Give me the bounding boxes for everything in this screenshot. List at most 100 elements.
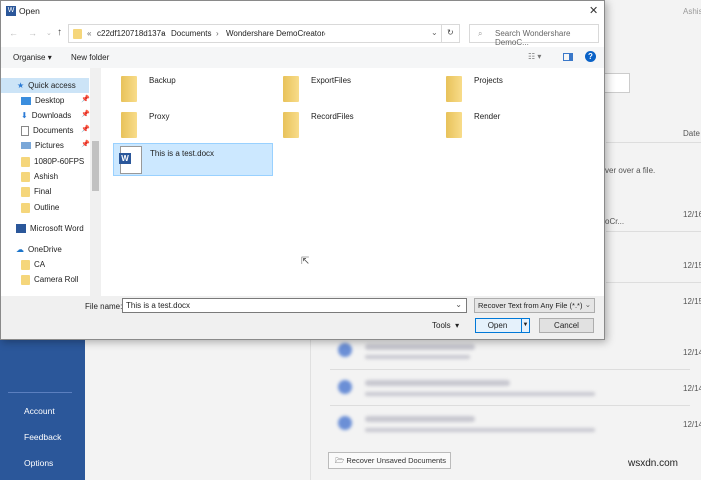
sidebar-label: Quick access (28, 81, 76, 90)
scrollbar-thumb[interactable] (92, 141, 99, 191)
pictures-icon (21, 142, 31, 149)
sidebar-item-folder[interactable]: Outline (1, 200, 89, 215)
sidebar-item-folder[interactable]: Camera Roll (1, 272, 89, 287)
folder-item[interactable]: Proxy (121, 112, 169, 138)
recover-unsaved-button[interactable]: 🗁 Recover Unsaved Documents (328, 452, 451, 469)
dialog-title: Open (19, 6, 40, 16)
sidebar-label: Documents (33, 126, 74, 135)
item-label: This is a test.docx (150, 149, 215, 158)
dialog-footer: File name: This is a test.docx ⌄ Recover … (1, 296, 604, 339)
preview-pane-icon[interactable] (563, 53, 573, 61)
date: 12/14 (683, 420, 701, 429)
breadcrumb-item[interactable]: c22df120718d137a (97, 29, 166, 38)
sidebar-item-folder[interactable]: Ashish (1, 169, 89, 184)
watermark: wsxdn.com (628, 458, 679, 469)
organise-label: Organise (13, 53, 46, 62)
recent-dropdown-icon[interactable]: ⌄ (46, 29, 52, 37)
folder-open-icon: 🗁 (335, 456, 347, 465)
view-options-icon[interactable]: ☷ ▾ (528, 52, 541, 61)
up-icon[interactable]: ↑ (57, 27, 62, 38)
chevron-down-icon[interactable]: ⌄ (431, 28, 438, 37)
date: 12/15 (683, 261, 701, 270)
open-dropdown-icon[interactable]: ▼ (521, 319, 529, 332)
folder-icon (121, 76, 137, 102)
open-label: Open (487, 321, 508, 330)
desktop-icon (21, 96, 31, 105)
file-type-select[interactable]: Recover Text from Any File (*.*) ⌄ (474, 298, 595, 313)
tools-button[interactable]: Tools ▾ (432, 321, 459, 330)
title-bar: W Open ✕ (1, 1, 604, 21)
sidebar-label: Microsoft Word (30, 224, 84, 233)
sidebar-label: CA (34, 260, 46, 269)
forward-icon[interactable]: → (28, 28, 37, 38)
file-name-label: File name: (85, 302, 123, 311)
folder-icon (283, 112, 299, 138)
folder-item[interactable]: Backup (121, 76, 176, 102)
pin-icon: 📌 (81, 111, 90, 118)
cancel-button[interactable]: Cancel (539, 318, 594, 333)
breadcrumb-item[interactable]: Wondershare DemoCreator (226, 29, 324, 38)
sidebar-item-microsoft-word[interactable]: Microsoft Word (1, 221, 89, 236)
folder-item[interactable]: RecordFiles (283, 112, 354, 138)
folder-item[interactable]: ExportFiles (283, 76, 351, 102)
path-fragment: oCr... (605, 217, 625, 226)
folder-icon (73, 29, 82, 39)
help-icon[interactable]: ? (585, 51, 596, 62)
close-icon[interactable]: ✕ (589, 4, 598, 17)
sidebar-label: OneDrive (28, 245, 62, 254)
item-label: Backup (149, 76, 176, 85)
folder-icon (121, 112, 137, 138)
sidebar-item-folder[interactable]: CA (1, 257, 89, 272)
date: 12/15 (683, 297, 701, 306)
sidebar-item-quick-access[interactable]: ★ Quick access (1, 78, 89, 93)
search-placeholder: Search Wondershare DemoC... (495, 29, 571, 47)
sidebar-item-folder[interactable]: Final (1, 184, 89, 199)
chevron-down-icon[interactable]: ⌄ (455, 300, 462, 309)
nav-options[interactable]: Options (24, 458, 53, 468)
sidebar-item-downloads[interactable]: ⬇ Downloads (1, 108, 89, 123)
sidebar-item-documents[interactable]: Documents (1, 123, 89, 138)
navigation-pane: ★ Quick access Desktop ⬇ Downloads Documen… (1, 68, 101, 296)
sidebar-label: Ashish (34, 172, 59, 181)
organise-button[interactable]: Organise ▾ (13, 53, 52, 62)
sidebar-label: Outline (34, 203, 60, 212)
refresh-icon[interactable]: ↻ (447, 28, 454, 37)
sidebar-item-folder[interactable]: 1080P-60FPS (1, 154, 89, 169)
file-item-selected[interactable]: W This is a test.docx (113, 143, 273, 176)
documents-icon (21, 125, 29, 136)
sidebar-label: Pictures (35, 141, 64, 150)
sidebar-item-onedrive[interactable]: ☁ OneDrive (1, 242, 89, 257)
new-folder-button[interactable]: New folder (71, 53, 109, 62)
sidebar-label: Camera Roll (34, 275, 79, 284)
download-icon: ⬇ (21, 111, 28, 120)
sidebar-label: Final (34, 187, 52, 196)
sidebar-item-desktop[interactable]: Desktop (1, 93, 89, 108)
open-dialog: W Open ✕ ← → ⌄ ↑ « c22df120718d137a › Do… (0, 0, 605, 340)
sidebar-label: Downloads (31, 111, 72, 120)
folder-item[interactable]: Render (446, 112, 500, 138)
word-icon (16, 224, 26, 233)
sidebar-label: Desktop (35, 96, 65, 105)
search-input[interactable]: ⌕ Search Wondershare DemoC... (469, 24, 599, 47)
open-button[interactable]: Open ▼ (475, 318, 530, 333)
back-icon[interactable]: ← (9, 28, 18, 38)
file-list: Backup ExportFiles Projects Proxy Record… (101, 68, 604, 296)
address-bar[interactable]: « c22df120718d137a › Documents › Wonders… (68, 24, 460, 43)
word-icon: W (6, 6, 16, 16)
user-name: Ashis (683, 7, 701, 16)
pin-icon: 📌 (81, 141, 90, 148)
nav-feedback[interactable]: Feedback (24, 432, 61, 442)
breadcrumb-item[interactable]: Documents (171, 29, 211, 38)
file-type-value: Recover Text from Any File (*.*) (478, 301, 583, 310)
nav-account[interactable]: Account (24, 406, 55, 416)
search-icon: ⌕ (478, 29, 483, 38)
folder-item[interactable]: Projects (446, 76, 503, 102)
item-label: Projects (474, 76, 503, 85)
item-label: Proxy (149, 112, 170, 121)
file-name-value: This is a test.docx (126, 301, 191, 310)
sidebar-item-pictures[interactable]: Pictures (1, 138, 89, 153)
file-name-input[interactable]: This is a test.docx ⌄ (122, 298, 467, 313)
date: 12/16 (683, 210, 701, 219)
word-document-icon: W (119, 146, 142, 174)
cursor-icon: ⇱ (301, 256, 310, 267)
